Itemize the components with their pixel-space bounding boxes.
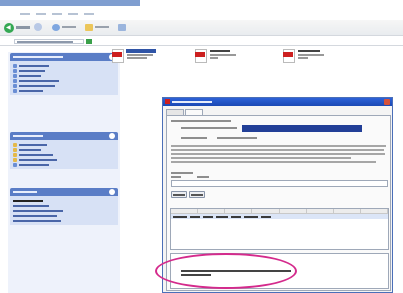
go-button[interactable] (86, 39, 92, 44)
menu-item[interactable] (68, 13, 78, 15)
list-item[interactable] (171, 214, 388, 219)
back-icon (4, 23, 14, 33)
pdf-file-icon (195, 49, 207, 63)
dialog-button[interactable] (171, 191, 187, 198)
chevron-icon[interactable] (109, 189, 115, 195)
signature-field[interactable] (171, 180, 388, 187)
dialog-title (172, 101, 212, 103)
selected-certificate[interactable] (242, 125, 362, 132)
place-item[interactable] (13, 162, 115, 167)
group-header[interactable] (10, 53, 118, 61)
task-pane (8, 52, 120, 293)
window-titlebar (0, 0, 140, 6)
address-field[interactable] (14, 39, 84, 44)
dialog-titlebar (163, 98, 392, 106)
forward-icon[interactable] (34, 23, 42, 31)
task-item[interactable] (13, 88, 115, 93)
chevron-icon[interactable] (109, 133, 115, 139)
menu-item[interactable] (36, 13, 46, 15)
menu-item[interactable] (52, 13, 62, 15)
pdf-file-icon (112, 49, 124, 63)
details-group (10, 188, 118, 225)
group-header[interactable] (10, 188, 118, 196)
file-name (210, 50, 230, 52)
certificate-list[interactable] (170, 208, 389, 250)
dialog-button[interactable] (189, 191, 205, 198)
file-tasks-group (10, 53, 118, 95)
pdf-file-icon (165, 99, 170, 104)
back-button[interactable] (2, 23, 42, 33)
group-header[interactable] (10, 132, 118, 140)
file-name (298, 50, 320, 52)
list-header (171, 209, 388, 214)
back-label (16, 26, 30, 29)
menu-bar (0, 12, 130, 17)
address-bar (0, 37, 403, 46)
pdf-file-icon (283, 49, 295, 63)
search-button[interactable] (52, 24, 76, 31)
close-icon[interactable] (384, 99, 390, 105)
views-icon (118, 24, 126, 31)
folders-label (95, 26, 109, 28)
menu-item[interactable] (20, 13, 30, 15)
folders-button[interactable] (85, 24, 109, 31)
toolbar (0, 20, 403, 36)
search-label (62, 26, 76, 28)
views-button[interactable] (118, 24, 126, 31)
search-icon (52, 24, 60, 31)
menu-item[interactable] (84, 13, 94, 15)
highlight-ellipse (155, 253, 297, 289)
folder-icon (85, 24, 93, 31)
file-name (126, 49, 156, 53)
other-places-group (10, 132, 118, 169)
